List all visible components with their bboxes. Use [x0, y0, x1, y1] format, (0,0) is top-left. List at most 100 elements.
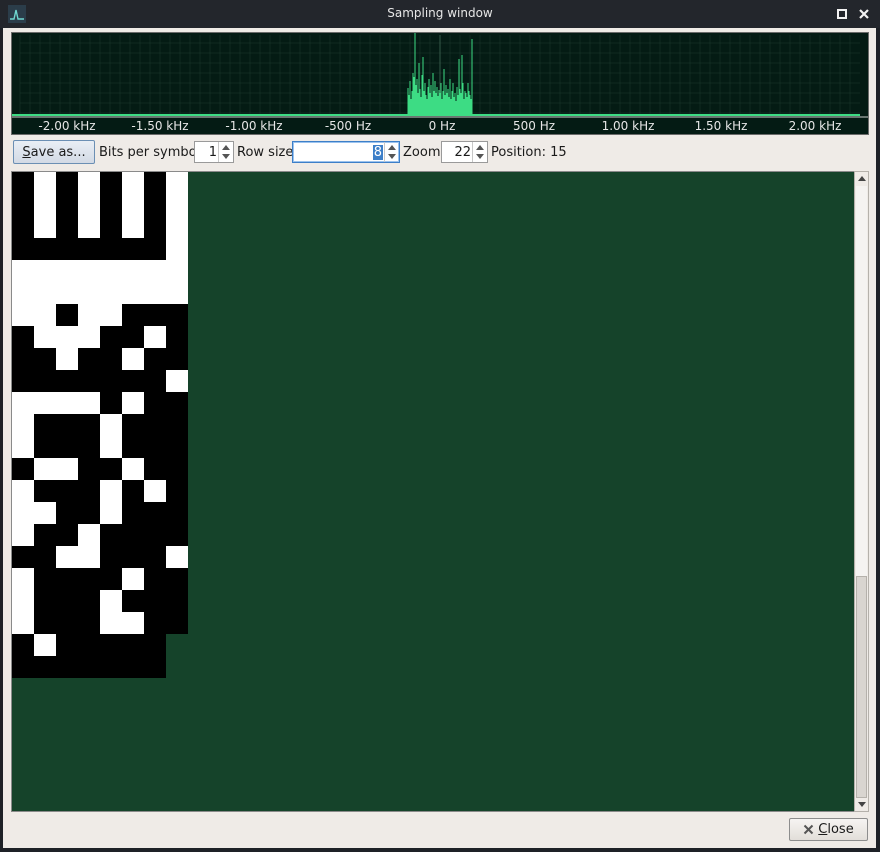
bit-cell — [12, 546, 34, 568]
frequency-tick-label: -500 Hz — [325, 119, 371, 133]
vertical-scrollbar[interactable] — [854, 171, 869, 812]
bit-cell — [12, 238, 34, 260]
bit-cell — [144, 458, 166, 480]
bit-cell — [34, 436, 56, 458]
bit-cell — [122, 546, 144, 568]
scroll-up-icon[interactable] — [858, 176, 866, 181]
bit-cell — [100, 458, 122, 480]
bit-cell — [122, 612, 144, 634]
spin-up-icon[interactable] — [388, 145, 396, 150]
bit-cell — [34, 458, 56, 480]
bit-cell — [78, 634, 100, 656]
bit-cell — [56, 590, 78, 612]
bit-cell — [166, 546, 188, 568]
bit-cell — [34, 502, 56, 524]
position-readout: Position: 15 — [491, 145, 567, 160]
spectrum-canvas: -2.00 kHz -1.50 kHz -1.00 kHz -500 Hz 0 Hz 50… — [12, 33, 868, 133]
bit-cell — [100, 172, 122, 194]
bit-cell — [122, 502, 144, 524]
bit-cell — [122, 458, 144, 480]
bit-cell — [56, 458, 78, 480]
spectrum-plot: -2.00 kHz -1.50 kHz -1.00 kHz -500 Hz 0 Hz 50… — [11, 32, 869, 135]
window-title: Sampling window — [387, 6, 493, 20]
bit-cell — [56, 436, 78, 458]
scrollbar-handle[interactable] — [856, 576, 867, 798]
save-as-button[interactable]: Save as... — [13, 140, 95, 164]
bitmap-canvas[interactable] — [12, 172, 854, 811]
bit-cell — [56, 546, 78, 568]
bit-cell — [166, 304, 188, 326]
frequency-tick-label: 1.00 kHz — [602, 119, 655, 133]
bit-cell — [56, 216, 78, 238]
scroll-down-icon[interactable] — [858, 802, 866, 807]
bit-cell — [34, 590, 56, 612]
bit-cell — [12, 414, 34, 436]
bit-cell — [78, 612, 100, 634]
bit-cell — [144, 370, 166, 392]
zoom-stepper[interactable] — [472, 142, 487, 162]
bit-cell — [78, 414, 100, 436]
bit-cell — [166, 282, 188, 304]
bit-cell — [122, 568, 144, 590]
bit-cell — [166, 172, 188, 194]
bit-cell — [144, 282, 166, 304]
bit-cell — [56, 348, 78, 370]
bit-cell — [56, 414, 78, 436]
bit-cell — [12, 634, 34, 656]
bit-cell — [166, 370, 188, 392]
bit-cell — [144, 436, 166, 458]
bit-cell — [100, 216, 122, 238]
bit-cell — [122, 326, 144, 348]
bit-cell — [100, 502, 122, 524]
bit-cell — [56, 238, 78, 260]
spin-down-icon[interactable] — [476, 154, 484, 159]
bit-cell — [144, 656, 166, 678]
bitmap-view[interactable] — [11, 171, 855, 812]
bit-cell — [166, 238, 188, 260]
bit-cell — [144, 260, 166, 282]
bit-cell — [122, 634, 144, 656]
spin-up-icon[interactable] — [222, 145, 230, 150]
scrollbar-track[interactable] — [856, 186, 867, 576]
bit-cell — [34, 238, 56, 260]
row-size-stepper[interactable] — [384, 142, 399, 162]
bit-cell — [122, 260, 144, 282]
bit-cell — [144, 590, 166, 612]
bit-cell — [166, 590, 188, 612]
bit-cell — [34, 172, 56, 194]
bit-cell — [78, 326, 100, 348]
bits-per-symbol-stepper[interactable] — [218, 142, 233, 162]
close-icon[interactable] — [857, 7, 871, 21]
row-size-spinbox[interactable]: 8 — [292, 141, 400, 163]
bit-cell — [12, 282, 34, 304]
bit-cell — [122, 392, 144, 414]
bit-cell — [122, 370, 144, 392]
bit-cell — [56, 656, 78, 678]
bit-cell — [78, 568, 100, 590]
bit-cell — [12, 612, 34, 634]
close-button[interactable]: Close — [789, 818, 868, 841]
spin-down-icon[interactable] — [388, 154, 396, 159]
bit-cell — [12, 436, 34, 458]
bit-cell — [56, 568, 78, 590]
bit-cell — [56, 480, 78, 502]
bit-cell — [56, 524, 78, 546]
bit-cell — [56, 304, 78, 326]
bit-cell — [122, 216, 144, 238]
bit-cell — [100, 392, 122, 414]
bit-cell — [166, 480, 188, 502]
bit-cell — [100, 568, 122, 590]
bit-cell — [100, 590, 122, 612]
bit-cell — [166, 612, 188, 634]
bit-cell — [56, 392, 78, 414]
bits-per-symbol-spinbox[interactable]: 1 — [194, 141, 234, 163]
close-x-icon — [804, 824, 814, 835]
spin-down-icon[interactable] — [222, 154, 230, 159]
maximize-icon[interactable] — [835, 7, 849, 21]
bit-cell — [100, 304, 122, 326]
spin-up-icon[interactable] — [476, 145, 484, 150]
dialog-client-area: -2.00 kHz -1.50 kHz -1.00 kHz -500 Hz 0 Hz 50… — [3, 28, 876, 848]
bit-cell — [166, 392, 188, 414]
zoom-spinbox[interactable]: 22 — [441, 141, 488, 163]
bit-cell — [122, 172, 144, 194]
